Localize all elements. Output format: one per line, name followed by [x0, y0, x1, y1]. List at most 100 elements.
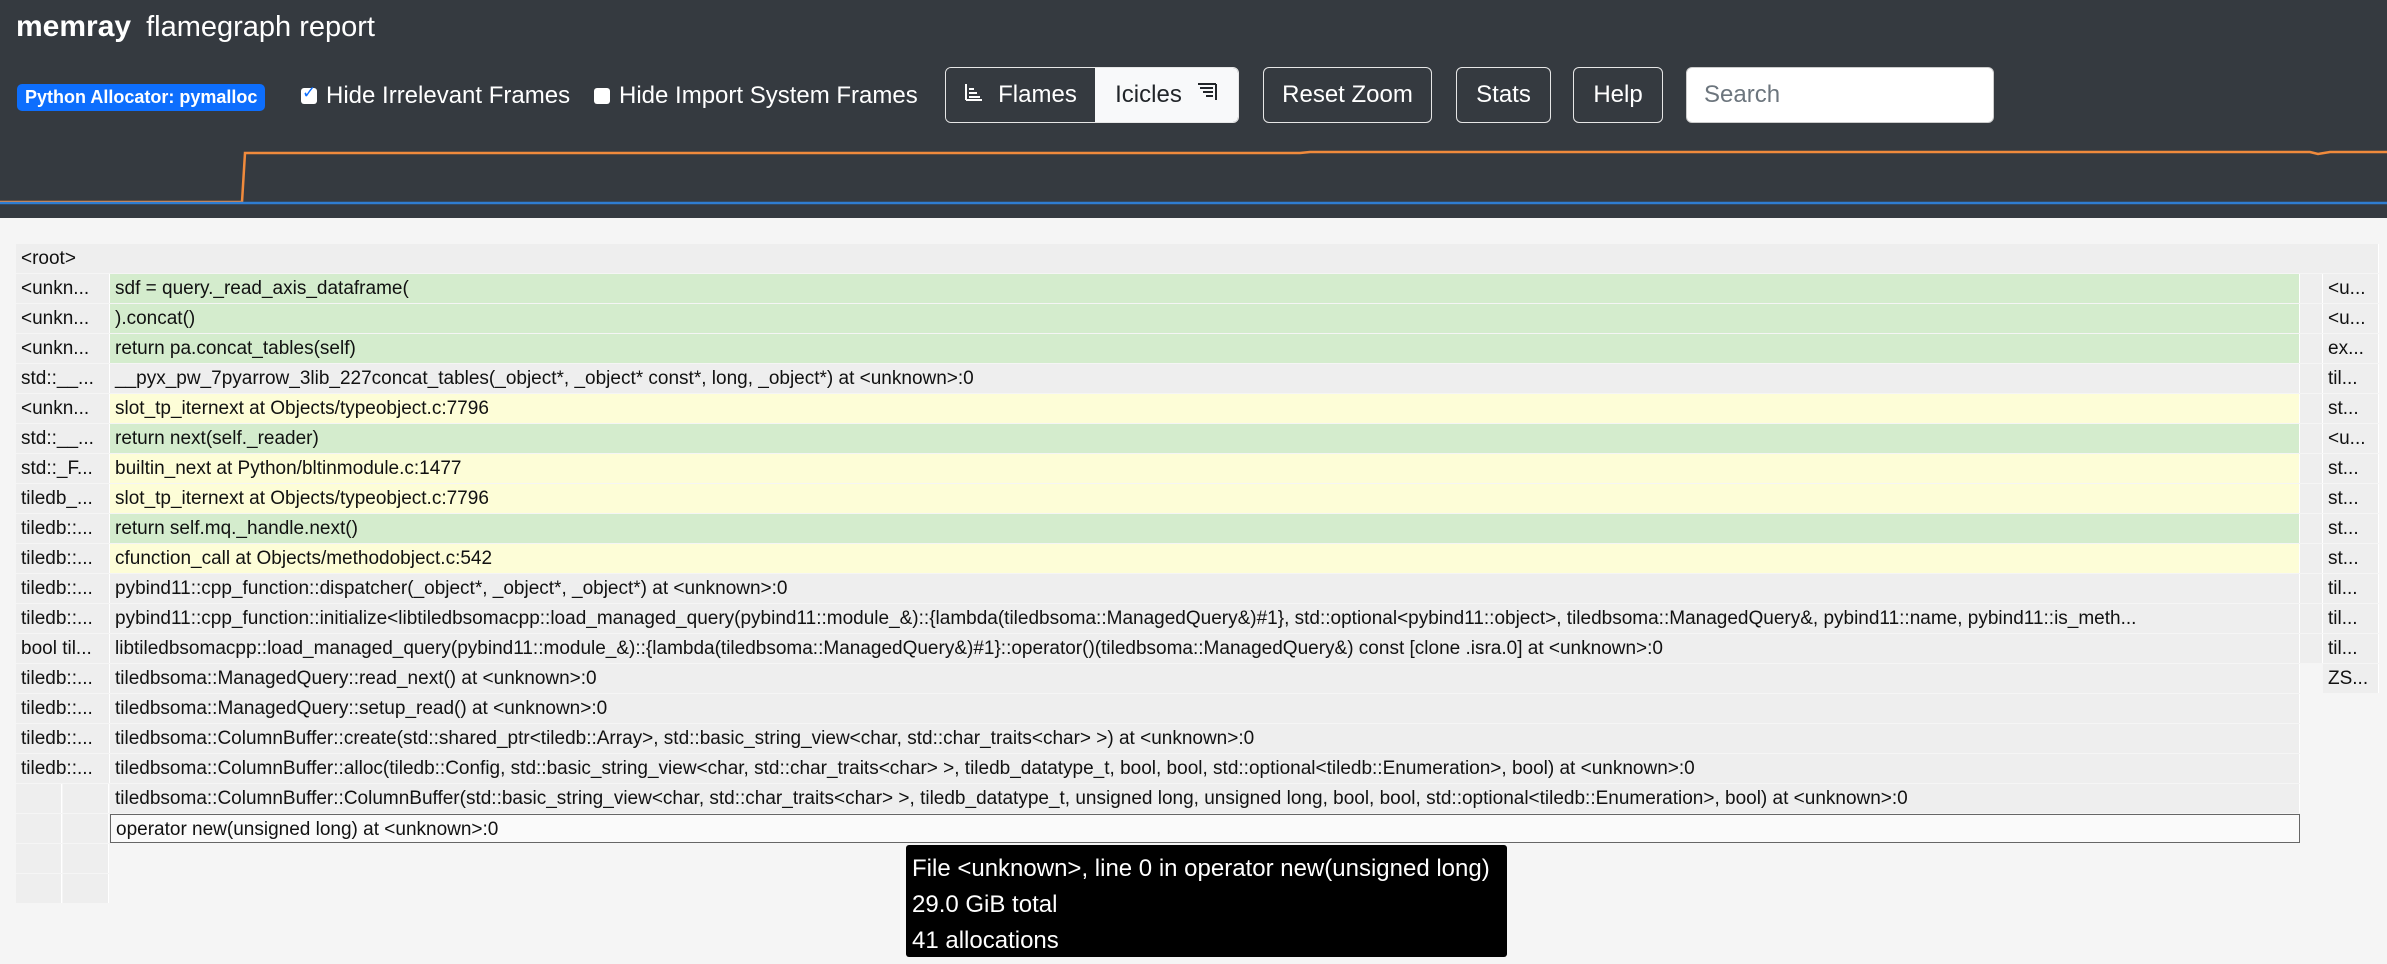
- brand: memray flamegraph report: [16, 10, 375, 54]
- frame-block-left[interactable]: tiledb::...: [16, 694, 110, 723]
- frame-block-main[interactable]: tiledbsoma::ColumnBuffer::ColumnBuffer(s…: [110, 784, 2300, 813]
- frame-block-right[interactable]: <u...: [2323, 274, 2379, 303]
- frame-tooltip: File <unknown>, line 0 in operator new(u…: [906, 845, 1507, 957]
- frame-row: <unkn... sdf = query._read_axis_dataframe…: [16, 274, 2379, 303]
- frame-block-right[interactable]: st...: [2323, 544, 2379, 573]
- frame-row: std::__... __pyx_pw_7pyarrow_3lib_227conc…: [16, 364, 2379, 393]
- frame-block-right[interactable]: til...: [2323, 634, 2379, 663]
- frame-block-left[interactable]: std::_F...: [16, 454, 110, 483]
- frame-block-small[interactable]: [2300, 604, 2323, 633]
- frame-block-left[interactable]: tiledb::...: [16, 604, 110, 633]
- frame-block-main[interactable]: tiledbsoma::ColumnBuffer::alloc(tiledb::…: [110, 754, 2300, 783]
- frame-block-left[interactable]: std::__...: [16, 364, 110, 393]
- frame-block-empty[interactable]: [63, 814, 109, 843]
- frame-row: <unkn...).concat() <u...: [16, 304, 2379, 333]
- frame-block-right[interactable]: <u...: [2323, 304, 2379, 333]
- frame-block-right[interactable]: st...: [2323, 484, 2379, 513]
- frame-block-small[interactable]: [2300, 424, 2323, 453]
- reset-zoom-button[interactable]: Reset Zoom: [1263, 67, 1432, 123]
- frame-block-small[interactable]: [2300, 334, 2323, 363]
- frame-block-left[interactable]: <unkn...: [16, 274, 110, 303]
- frame-block-small[interactable]: [2300, 544, 2323, 573]
- header-bar: memray flamegraph report Python Allocato…: [0, 0, 2387, 218]
- hide-irrelevant-frames-checkbox[interactable]: Hide Irrelevant Frames: [301, 80, 570, 112]
- frame-row: tiledb::... tiledbsoma::ColumnBuffer::cre…: [16, 724, 2379, 753]
- frame-block-main[interactable]: libtiledbsomacpp::load_managed_query(pyb…: [110, 634, 2300, 663]
- frame-block-left[interactable]: std::__...: [16, 424, 110, 453]
- frame-block-main[interactable]: tiledbsoma::ColumnBuffer::create(std::sh…: [110, 724, 2300, 753]
- frame-block-main[interactable]: ).concat(): [110, 304, 2300, 333]
- frame-block-main[interactable]: tiledbsoma::ManagedQuery::read_next() at…: [110, 664, 2300, 693]
- checkbox-checked-icon[interactable]: [301, 83, 317, 104]
- frame-block-small[interactable]: [2300, 574, 2323, 603]
- frame-block-main[interactable]: return next(self._reader): [110, 424, 2300, 453]
- heap-size-line: [0, 150, 2387, 204]
- frame-block-right[interactable]: til...: [2323, 574, 2379, 603]
- stats-button[interactable]: Stats: [1456, 67, 1551, 123]
- frame-block-left[interactable]: tiledb::...: [16, 724, 110, 753]
- frame-block-right[interactable]: <u...: [2323, 424, 2379, 453]
- frame-block-main[interactable]: tiledbsoma::ManagedQuery::setup_read() a…: [110, 694, 2300, 723]
- frame-block-left[interactable]: bool til...: [16, 634, 110, 663]
- frame-block-small[interactable]: [2300, 274, 2323, 303]
- frame-block-empty[interactable]: [16, 874, 62, 903]
- frame-block-small[interactable]: [2300, 394, 2323, 423]
- frame-block-small[interactable]: [2300, 634, 2323, 663]
- frame-row: tiledb::... pybind11::cpp_function::dispa…: [16, 574, 2379, 603]
- frame-block-empty[interactable]: [16, 844, 62, 873]
- frame-block-main[interactable]: pybind11::cpp_function::initialize<libti…: [110, 604, 2300, 633]
- frame-block-main[interactable]: builtin_next at Python/bltinmodule.c:147…: [110, 454, 2300, 483]
- frame-block-left[interactable]: tiledb::...: [16, 754, 110, 783]
- hide-import-system-frames-checkbox[interactable]: Hide Import System Frames: [594, 80, 918, 112]
- frame-block-left[interactable]: <unkn...: [16, 334, 110, 363]
- frame-block-main[interactable]: slot_tp_iternext at Objects/typeobject.c…: [110, 484, 2300, 513]
- frame-block-main[interactable]: return pa.concat_tables(self): [110, 334, 2300, 363]
- frame-block-left[interactable]: <unkn...: [16, 394, 110, 423]
- frame-block-empty[interactable]: [16, 784, 62, 813]
- frame-block-right[interactable]: st...: [2323, 514, 2379, 543]
- flames-button[interactable]: Flames: [946, 68, 1095, 122]
- frame-block-small[interactable]: [2300, 454, 2323, 483]
- frame-root[interactable]: <root>: [16, 244, 2379, 273]
- help-button[interactable]: Help: [1573, 67, 1663, 123]
- frame-row: tiledb::... tiledbsoma::ColumnBuffer::all…: [16, 754, 2379, 783]
- frame-block-main[interactable]: pybind11::cpp_function::dispatcher(_obje…: [110, 574, 2300, 603]
- frame-block-main[interactable]: cfunction_call at Objects/methodobject.c…: [110, 544, 2300, 573]
- tooltip-total-size: 29.0 GiB total: [912, 891, 1058, 918]
- frame-block-main[interactable]: __pyx_pw_7pyarrow_3lib_227concat_tables(…: [110, 364, 2300, 393]
- frame-block-main[interactable]: sdf = query._read_axis_dataframe(: [110, 274, 2300, 303]
- frame-block-small[interactable]: [2300, 364, 2323, 393]
- frame-block-hovered[interactable]: operator new(unsigned long) at <unknown>…: [110, 814, 2300, 843]
- frame-block-left[interactable]: <unkn...: [16, 304, 110, 333]
- frame-block-empty[interactable]: [16, 814, 62, 843]
- frame-block-left[interactable]: tiledb_...: [16, 484, 110, 513]
- frame-row: tiledb_... slot_tp_iternext at Objects/ty…: [16, 484, 2379, 513]
- frame-block-left[interactable]: tiledb::...: [16, 664, 110, 693]
- frame-block-right[interactable]: til...: [2323, 364, 2379, 393]
- frame-block-empty[interactable]: [63, 844, 109, 873]
- checkbox-unchecked-icon[interactable]: [594, 88, 610, 104]
- frame-block-right[interactable]: til...: [2323, 604, 2379, 633]
- page-title: flamegraph report: [146, 11, 375, 43]
- frame-block-left[interactable]: tiledb::...: [16, 544, 110, 573]
- view-mode-toggle: Flames Icicles: [945, 67, 1239, 123]
- frame-row: <unkn... return pa.concat_tables(self) ex.…: [16, 334, 2379, 363]
- frame-block-right[interactable]: ex...: [2323, 334, 2379, 363]
- frame-block-small[interactable]: [2300, 484, 2323, 513]
- frame-block-small[interactable]: [2300, 514, 2323, 543]
- frame-block-empty[interactable]: [63, 874, 109, 903]
- search-input[interactable]: [1686, 67, 1994, 123]
- frame-block-main[interactable]: return self.mq._handle.next(): [110, 514, 2300, 543]
- toolbar: Python Allocator: pymalloc Hide Irreleva…: [0, 67, 2387, 125]
- frame-block-empty[interactable]: [63, 784, 109, 813]
- frame-block-right[interactable]: st...: [2323, 394, 2379, 423]
- memory-usage-chart[interactable]: [0, 150, 2387, 210]
- frame-block-left[interactable]: tiledb::...: [16, 574, 110, 603]
- frame-block-right[interactable]: st...: [2323, 454, 2379, 483]
- icicles-button[interactable]: Icicles: [1094, 68, 1238, 122]
- frame-block-left[interactable]: tiledb::...: [16, 514, 110, 543]
- frame-block-main[interactable]: slot_tp_iternext at Objects/typeobject.c…: [110, 394, 2300, 423]
- frame-block-right[interactable]: ZS...: [2323, 664, 2379, 693]
- frame-block-small[interactable]: [2300, 304, 2323, 333]
- icicles-icon: [1196, 82, 1218, 108]
